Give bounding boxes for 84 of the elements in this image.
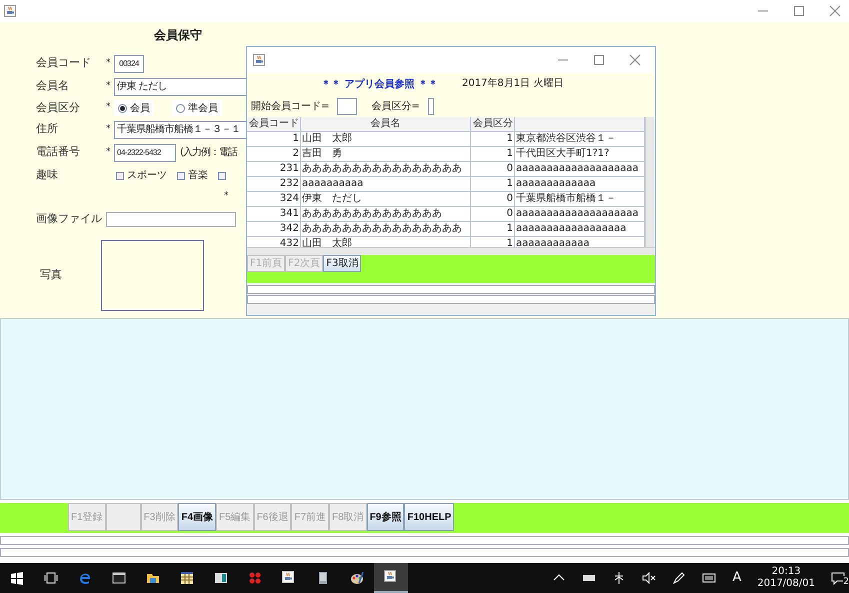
horizontal-scrollbar[interactable]	[247, 247, 655, 255]
table-cell: 山田 太郎	[301, 132, 471, 147]
table-cell: 1	[471, 147, 515, 162]
terminal-icon	[112, 571, 126, 585]
table-cell: 0	[471, 192, 515, 207]
dots-icon	[248, 571, 262, 585]
field-label: 電話番号	[36, 144, 81, 160]
filter-label: 会員区分=	[371, 100, 420, 114]
table-cell: ああああああああああああああああ	[301, 162, 471, 177]
java-app-icon	[253, 54, 265, 66]
java-app-icon	[4, 5, 16, 17]
required-mark: *	[106, 101, 112, 114]
file-path-field[interactable]	[106, 212, 236, 226]
keyboard-icon[interactable]	[702, 571, 716, 585]
text-field[interactable]: 00324	[114, 54, 144, 72]
form-title: 会員保守	[154, 27, 203, 44]
column-header[interactable]: 会員コード	[247, 117, 301, 132]
table-cell: 1	[471, 177, 515, 192]
spreadsheet-icon	[180, 571, 194, 585]
close-icon[interactable]	[629, 54, 641, 66]
dialog-heading: ＊＊ アプリ会員参照 ＊＊	[321, 77, 438, 92]
table-cell: 1	[471, 222, 515, 237]
table-cell: 341	[247, 207, 301, 222]
field-label: 会員区分	[36, 100, 81, 116]
table-cell: 0	[471, 162, 515, 177]
radio-option[interactable]: 会員	[114, 100, 154, 116]
browser-e-icon	[78, 571, 92, 585]
field-label: 会員コード	[36, 55, 92, 72]
required-mark: *	[224, 190, 230, 204]
ime-mode[interactable]: A	[732, 568, 742, 588]
table-cell: 1	[247, 132, 301, 147]
table-cell: 2	[247, 147, 301, 162]
column-header[interactable]: 会員名	[301, 117, 471, 132]
maximize-icon[interactable]	[793, 5, 805, 17]
task-view-icon	[44, 571, 58, 585]
field-label: 趣味	[36, 167, 59, 184]
table-cell: 342	[247, 222, 301, 237]
maximize-icon[interactable]	[593, 54, 605, 66]
checkbox-option[interactable]: スポーツ	[114, 168, 169, 184]
java-app-icon	[282, 571, 296, 585]
windows-logo-icon	[10, 571, 24, 585]
table-cell: 吉田 勇	[301, 147, 471, 162]
field-label: 住所	[36, 121, 59, 138]
text-field[interactable]: 04-2322-5432	[114, 144, 176, 162]
table-cell: 1	[471, 132, 515, 147]
taskbar-app-button[interactable]	[374, 563, 408, 593]
table-cell: 231	[247, 162, 301, 177]
document-stack-icon	[316, 571, 330, 585]
filter-label: 開始会員コード=	[251, 100, 330, 114]
field-label: 写真	[39, 266, 63, 283]
palette-icon	[350, 571, 364, 585]
clock[interactable]: 20:13 2017/08/01	[757, 566, 815, 590]
speaker-muted-icon[interactable]	[642, 571, 656, 585]
table-cell: 0	[471, 207, 515, 222]
java-app-icon	[384, 570, 398, 584]
table-cell: 伊東 ただし	[301, 192, 471, 207]
date-text: 2017年8月1日 火曜日	[462, 77, 564, 91]
dialog-button[interactable]: F3取消	[323, 255, 362, 272]
folder-icon	[146, 571, 160, 585]
filter-field[interactable]	[337, 98, 358, 115]
table-cell: 232	[247, 177, 301, 192]
table-cell: ああああああああああああああ	[301, 207, 471, 222]
radio-option[interactable]: 準会員	[172, 100, 222, 116]
function-key-button[interactable]: F10HELP	[404, 503, 454, 531]
pen-icon[interactable]	[672, 571, 686, 585]
vertical-scrollbar[interactable]	[645, 117, 654, 247]
table-cell: ああああああああああああああああ	[301, 222, 471, 237]
window-app-icon	[214, 571, 228, 585]
field-label: 画像ファイル	[36, 210, 103, 227]
hint-text: (入力例：電話	[180, 146, 237, 160]
checkbox-option[interactable]: 音楽	[175, 168, 210, 184]
field-label: 会員名	[36, 78, 70, 94]
table-cell: 324	[247, 192, 301, 207]
table-cell: aaaaaaaaaa	[301, 177, 471, 192]
required-mark: *	[106, 122, 112, 136]
required-mark: *	[106, 56, 112, 70]
close-icon[interactable]	[829, 5, 841, 17]
required-mark: *	[106, 80, 112, 93]
function-key-button[interactable]: F9参照	[366, 503, 404, 531]
function-key-button[interactable]: F4画像	[178, 503, 216, 531]
filter-field[interactable]	[428, 98, 434, 115]
notification-icon	[831, 571, 845, 585]
required-mark: *	[106, 146, 112, 159]
column-header[interactable]: 会員区分	[471, 117, 515, 132]
